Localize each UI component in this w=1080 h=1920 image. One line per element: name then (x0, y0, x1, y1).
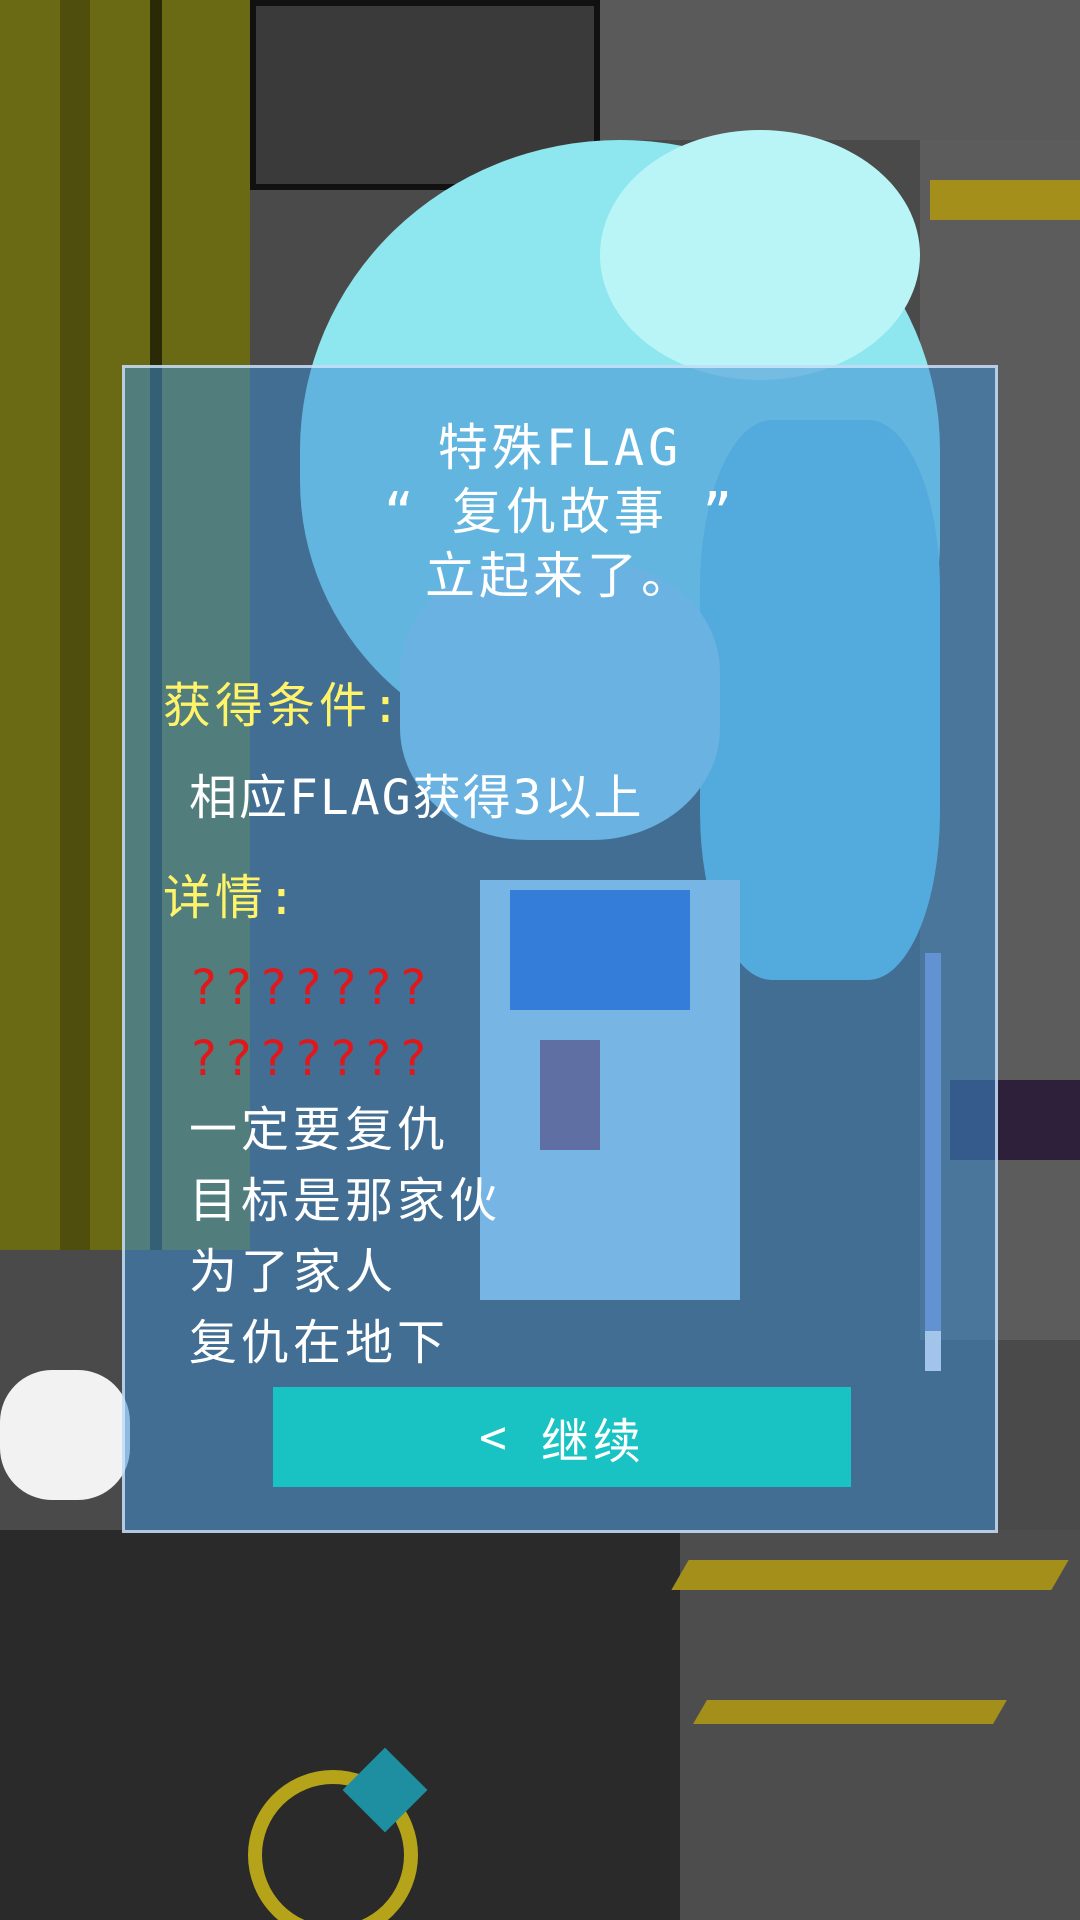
details-scrollbar[interactable] (925, 953, 941, 1371)
details-list[interactable]: ??????? ??????? 一定要复仇 目标是那家伙 为了家人 复仇在地下 (189, 953, 889, 1723)
chevron-left-icon: < (479, 1410, 511, 1464)
detail-item: 为了家人 (189, 1244, 398, 1300)
details-label: 详情: (163, 870, 300, 926)
flag-unlocked-dialog: 特殊FLAG “ 复仇故事 ” 立起来了。 获得条件: 相应FLAG获得3以上 … (122, 365, 998, 1533)
title-line: 特殊FLAG (437, 419, 683, 477)
detail-item: 目标是那家伙 (189, 1173, 502, 1229)
condition-value: 相应FLAG获得3以上 (189, 770, 644, 826)
scrollbar-thumb[interactable] (925, 1331, 941, 1371)
title-line: 立起来了。 (425, 547, 695, 605)
detail-item: 一定要复仇 (189, 1102, 450, 1158)
title-line: “ 复仇故事 ” (383, 483, 737, 541)
dialog-title: 特殊FLAG “ 复仇故事 ” 立起来了。 (125, 416, 995, 608)
detail-item-locked: ??????? (189, 1031, 434, 1087)
continue-button[interactable]: < 继续 (273, 1387, 851, 1487)
condition-label: 获得条件: (163, 678, 404, 734)
continue-label: 继续 (540, 1414, 645, 1470)
detail-item: 复仇在地下 (189, 1315, 450, 1371)
detail-item-locked: ??????? (189, 960, 434, 1016)
